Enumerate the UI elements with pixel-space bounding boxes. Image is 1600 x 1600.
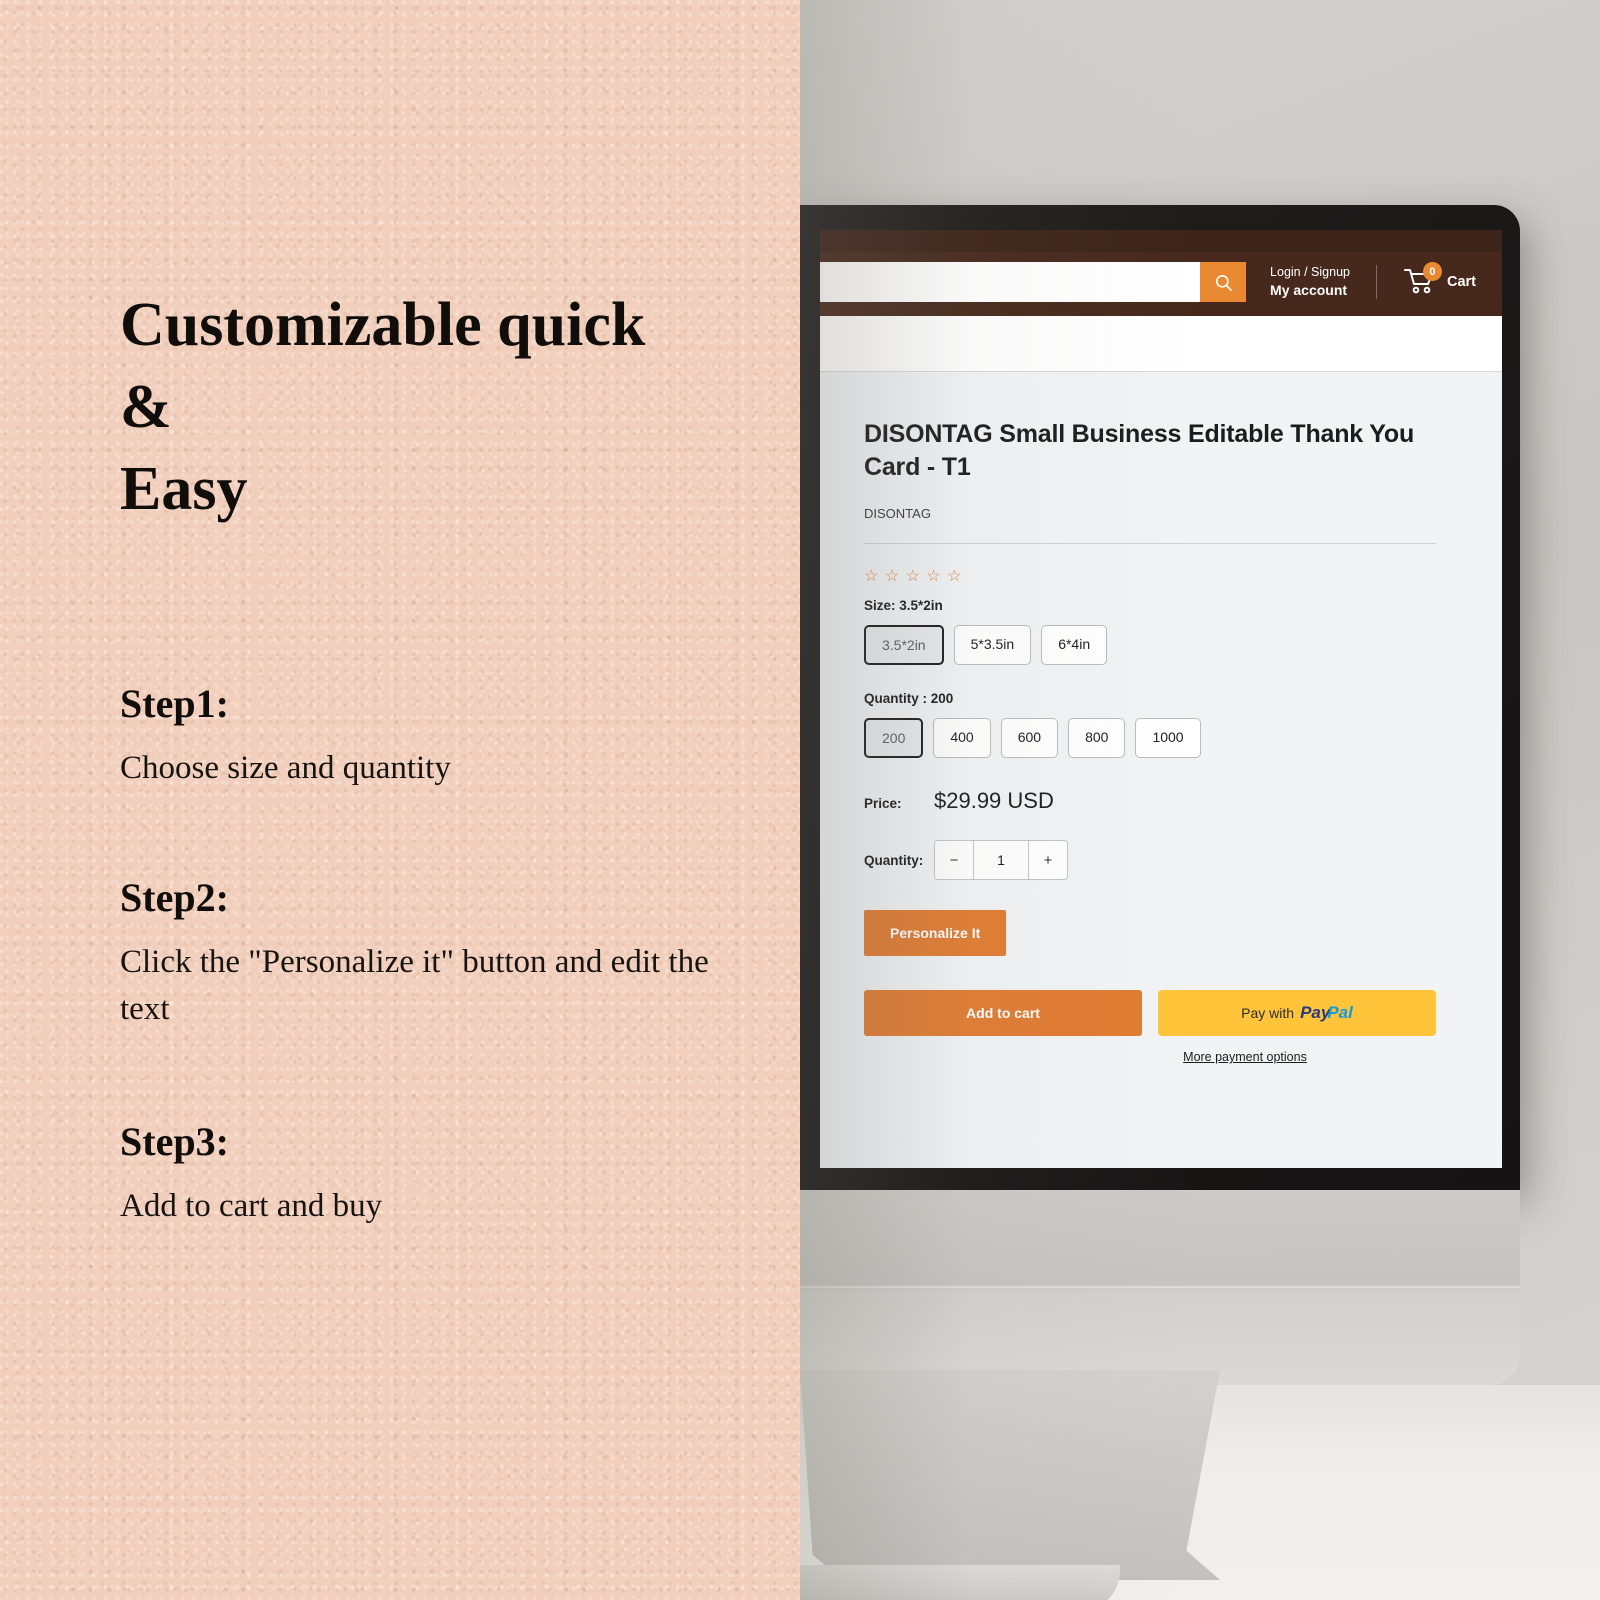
promo-headline: Customizable quick & Easy — [120, 285, 800, 530]
paypal-logo-pay: Pay — [1300, 1003, 1331, 1022]
size-selected-value: 3.5*2in — [899, 598, 943, 613]
site-header: Login / Signup My account 0 Cart — [820, 252, 1502, 316]
quantity-option-chip[interactable]: 600 — [1000, 718, 1059, 758]
step-title: Step1: — [120, 681, 229, 727]
quantity-stepper: − 1 + — [934, 840, 1068, 880]
quantity-option-chip[interactable]: 400 — [933, 718, 991, 758]
monitor-stand — [800, 1370, 1220, 1580]
price-label: Price: — [864, 796, 902, 811]
imac-computer: Login / Signup My account 0 Cart DISONTA… — [780, 205, 1520, 1600]
price-row: Price: $29.99 USD — [864, 788, 1502, 814]
price-value: $29.99 USD — [934, 788, 1054, 813]
left-promo-panel: Customizable quick & Easy Step1: Choose … — [0, 0, 800, 1600]
quantity-label-text: Quantity : — [864, 691, 927, 706]
step-title: Step2: — [120, 875, 229, 921]
browser-screen: Login / Signup My account 0 Cart DISONTA… — [820, 230, 1502, 1168]
site-navigation-strip[interactable] — [820, 316, 1502, 372]
step-block: Step2: Click the "Personalize it" button… — [120, 874, 800, 1033]
step-body: Add to cart and buy — [120, 1188, 383, 1225]
panel-divider — [864, 543, 1436, 544]
site-topbar — [820, 230, 1502, 252]
my-account-link[interactable]: My account — [1270, 281, 1350, 300]
monitor-foot — [780, 1565, 1120, 1600]
search-button[interactable] — [1200, 262, 1247, 302]
add-to-cart-button[interactable]: Add to cart — [864, 990, 1142, 1036]
headline-line-2: & — [120, 372, 172, 441]
quantity-option-row: 200 400 600 800 1000 — [864, 718, 1502, 758]
product-title: DISONTAG Small Business Editable Thank Y… — [864, 420, 1415, 481]
product-vendor: DISONTAG — [864, 506, 931, 521]
purchase-buttons-row: Add to cart Pay with PayPal — [864, 990, 1436, 1036]
paypal-checkout-button[interactable]: Pay with PayPal — [1158, 990, 1436, 1036]
headline-line-3: Easy — [120, 454, 248, 523]
search-bar[interactable] — [820, 262, 1247, 302]
cart-button[interactable]: 0 Cart — [1403, 262, 1476, 297]
rating-stars[interactable]: ☆ ☆ ☆ ☆ ☆ — [864, 566, 1502, 586]
login-signup-link[interactable]: Login / Signup — [1270, 264, 1350, 281]
quantity-stepper-row: Quantity: − 1 + — [864, 840, 1502, 880]
cart-icon-wrapper: 0 — [1403, 262, 1442, 297]
step-title: Step3: — [120, 1119, 229, 1165]
quantity-option-chip[interactable]: 200 — [864, 718, 924, 758]
search-icon — [1215, 274, 1232, 291]
header-divider — [1375, 265, 1377, 299]
step-body: Click the "Personalize it" button and ed… — [120, 944, 709, 1028]
product-detail-panel: DISONTAG Small Business Editable Thank Y… — [820, 372, 1502, 1168]
quantity-option-label: Quantity : 200 — [864, 691, 1502, 706]
headline-line-1: Customizable quick — [120, 291, 646, 359]
account-menu[interactable]: Login / Signup My account — [1270, 264, 1350, 300]
quantity-selected-value: 200 — [930, 691, 954, 706]
step-body: Choose size and quantity — [120, 750, 451, 787]
left-panel-content: Customizable quick & Easy Step1: Choose … — [0, 285, 800, 1230]
paypal-prefix-text: Pay with — [1241, 1005, 1295, 1021]
size-option-chip[interactable]: 3.5*2in — [864, 625, 944, 665]
step-block: Step1: Choose size and quantity — [120, 680, 800, 792]
cart-count-badge: 0 — [1422, 262, 1442, 281]
size-option-chip[interactable]: 5*3.5in — [953, 625, 1032, 665]
quantity-decrease-button[interactable]: − — [935, 841, 973, 879]
monitor-chin — [800, 1190, 1520, 1385]
paypal-logo-pal: Pal — [1327, 1003, 1353, 1022]
cart-label: Cart — [1446, 274, 1476, 290]
more-payment-options-link[interactable]: More payment options — [864, 1050, 1436, 1064]
quantity-value[interactable]: 1 — [973, 841, 1029, 879]
size-option-label: Size: 3.5*2in — [864, 598, 1502, 613]
quantity-option-chip[interactable]: 1000 — [1135, 718, 1201, 758]
quantity-increase-button[interactable]: + — [1029, 841, 1067, 879]
paypal-logo: PayPal — [1300, 1003, 1353, 1023]
quantity-stepper-label: Quantity: — [864, 852, 924, 868]
personalize-it-button[interactable]: Personalize It — [864, 910, 1007, 956]
size-option-chip[interactable]: 6*4in — [1041, 625, 1108, 665]
size-option-row: 3.5*2in 5*3.5in 6*4in — [864, 625, 1502, 665]
size-label-text: Size: — [864, 598, 896, 613]
quantity-option-chip[interactable]: 800 — [1068, 718, 1126, 758]
search-input[interactable] — [820, 262, 1201, 302]
step-block: Step3: Add to cart and buy — [120, 1118, 800, 1230]
